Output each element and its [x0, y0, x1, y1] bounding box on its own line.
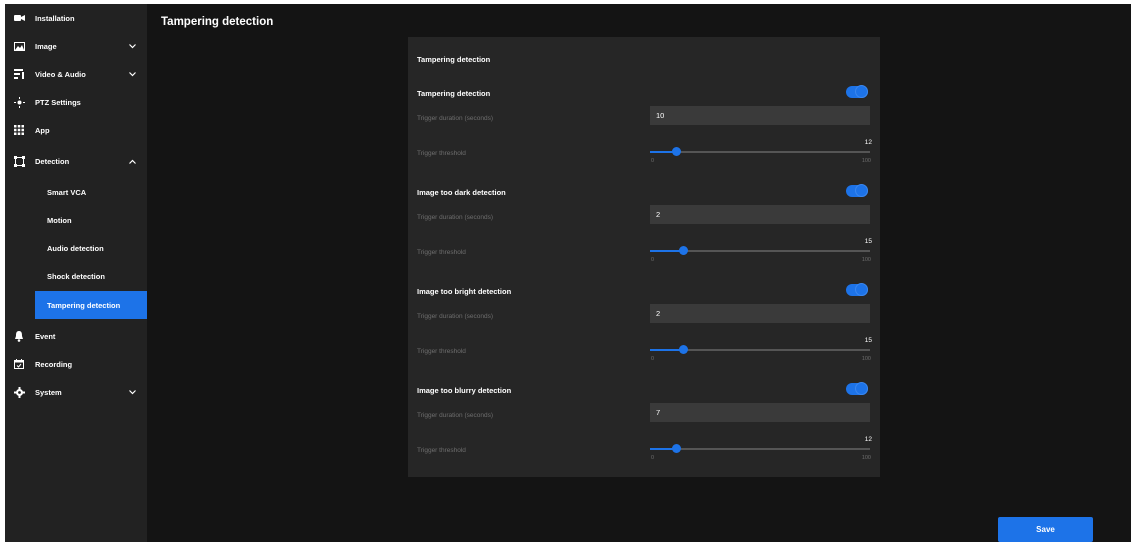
sidebar-item-detection[interactable]: Detection [5, 147, 147, 175]
sidebar-item-label: Video & Audio [35, 69, 86, 79]
too-bright-section: Image too bright detection Trigger durat… [408, 283, 880, 385]
sidebar-item-label: Installation [35, 13, 75, 23]
toggle-knob [855, 283, 868, 296]
too-blurry-toggle[interactable] [846, 382, 868, 395]
threshold-slider-thumb[interactable] [679, 246, 688, 255]
grid-icon [13, 124, 25, 136]
chevron-down-icon [127, 41, 137, 51]
duration-input[interactable]: 7 [650, 403, 870, 422]
sidebar-item-label: Detection [35, 156, 70, 166]
too-dark-toggle[interactable] [846, 184, 868, 197]
section-title: Image too dark detection [417, 188, 506, 197]
sidebar-subitem-label: Smart VCA [47, 187, 87, 197]
slider-min-label: 0 [651, 356, 655, 362]
camera-icon [13, 12, 25, 24]
sidebar-subitem-label: Audio detection [47, 243, 104, 253]
section-title: Tampering detection [417, 89, 491, 98]
sidebar-subitem-motion[interactable]: Motion [35, 206, 147, 234]
threshold-slider-thumb[interactable] [672, 444, 682, 453]
duration-label: Trigger duration (seconds) [417, 115, 493, 122]
sidebar-item-label: System [35, 387, 62, 397]
sidebar-item-recording[interactable]: Recording [5, 350, 147, 378]
threshold-label: Trigger threshold [417, 249, 466, 256]
threshold-value: 12 [864, 139, 872, 146]
settings-panel: Tampering detection Tampering detection … [408, 37, 880, 477]
bell-icon [13, 330, 25, 342]
panel-title: Tampering detection [417, 55, 491, 64]
threshold-label: Trigger threshold [417, 150, 466, 157]
sidebar-subitem-shock-detection[interactable]: Shock detection [35, 262, 147, 290]
slider-max-label: 100 [861, 455, 871, 461]
threshold-slider-track[interactable] [650, 151, 870, 153]
slider-min-label: 0 [651, 455, 655, 461]
sidebar-item-label: Event [35, 331, 56, 341]
threshold-value: 15 [864, 337, 872, 344]
video-audio-icon [13, 68, 25, 80]
section-title: Image too blurry detection [417, 386, 512, 395]
threshold-label: Trigger threshold [417, 348, 466, 355]
chevron-down-icon [127, 387, 137, 397]
sidebar-item-app[interactable]: App [5, 116, 147, 144]
toggle-knob [855, 184, 868, 197]
duration-label: Trigger duration (seconds) [417, 412, 493, 419]
sidebar-item-ptz-settings[interactable]: PTZ Settings [5, 88, 147, 116]
sidebar-item-video-audio[interactable]: Video & Audio [5, 60, 147, 88]
sidebar-item-label: Recording [35, 359, 73, 369]
sidebar-item-image[interactable]: Image [5, 32, 147, 60]
duration-input[interactable]: 2 [650, 304, 870, 323]
slider-min-label: 0 [651, 257, 655, 263]
slider-max-label: 100 [861, 356, 871, 362]
sidebar-subitem-tampering-detection[interactable]: Tampering detection [35, 291, 147, 319]
toggle-knob [855, 382, 868, 395]
too-dark-section: Image too dark detection Trigger duratio… [408, 184, 880, 286]
threshold-label: Trigger threshold [417, 447, 466, 454]
save-button[interactable]: Save [998, 517, 1093, 542]
threshold-slider-thumb[interactable] [672, 147, 682, 156]
threshold-value: 12 [864, 436, 872, 443]
sidebar-item-event[interactable]: Event [5, 322, 147, 350]
detection-frame-icon [13, 155, 25, 167]
toggle-knob [855, 85, 868, 98]
too-bright-toggle[interactable] [846, 283, 868, 296]
section-title: Image too bright detection [417, 287, 512, 296]
tampering-toggle[interactable] [846, 85, 868, 98]
duration-label: Trigger duration (seconds) [417, 214, 493, 221]
sidebar-subitem-label: Shock detection [47, 271, 105, 281]
app-window: Installation Image Video & Audio PTZ Set… [5, 4, 1131, 542]
gear-icon [13, 386, 25, 398]
sidebar-subitem-audio-detection[interactable]: Audio detection [35, 234, 147, 262]
chevron-down-icon [127, 69, 137, 79]
duration-label: Trigger duration (seconds) [417, 313, 493, 320]
calendar-icon [13, 358, 25, 370]
sidebar-subitem-label: Tampering detection [47, 300, 121, 310]
sidebar-item-label: App [35, 125, 50, 135]
ptz-icon [13, 96, 25, 108]
sidebar-item-system[interactable]: System [5, 378, 147, 406]
sidebar-subitem-smart-vca[interactable]: Smart VCA [35, 178, 147, 206]
sidebar-item-label: Image [35, 41, 57, 51]
threshold-slider-track[interactable] [650, 448, 870, 450]
page-title: Tampering detection [161, 16, 274, 28]
tampering-section: Tampering detection Trigger duration (se… [408, 85, 880, 187]
sidebar: Installation Image Video & Audio PTZ Set… [5, 4, 147, 542]
sidebar-item-installation[interactable]: Installation [5, 4, 147, 32]
threshold-slider-thumb[interactable] [679, 345, 688, 354]
chevron-up-icon [127, 156, 137, 166]
sidebar-item-label: PTZ Settings [35, 97, 81, 107]
duration-input[interactable]: 10 [650, 106, 870, 125]
image-icon [13, 40, 25, 52]
threshold-value: 15 [864, 238, 872, 245]
sidebar-subitem-label: Motion [47, 215, 72, 225]
duration-input[interactable]: 2 [650, 205, 870, 224]
slider-max-label: 100 [861, 257, 871, 263]
slider-min-label: 0 [651, 158, 655, 164]
too-blurry-section: Image too blurry detection Trigger durat… [408, 382, 880, 484]
slider-max-label: 100 [861, 158, 871, 164]
